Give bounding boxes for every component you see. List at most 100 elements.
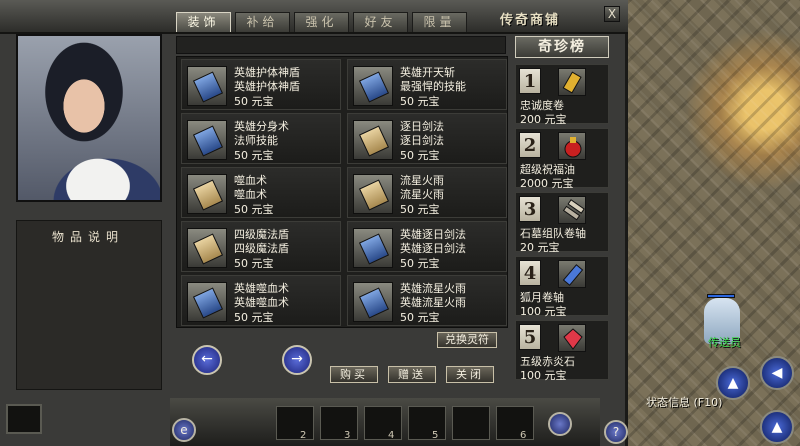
item-price: 50 元宝 xyxy=(400,257,440,270)
ranking-entry[interactable]: 4 狐月卷轴 100 元宝 xyxy=(515,256,609,318)
scroll-bundle-icon xyxy=(558,196,586,224)
item-desc: 英雄护体神盾 xyxy=(234,80,300,93)
prev-page-icon[interactable]: ← xyxy=(192,345,222,375)
item-price: 50 元宝 xyxy=(400,149,440,162)
blue-book-icon xyxy=(187,120,227,160)
scroll-icon xyxy=(558,68,586,96)
blue-book-icon xyxy=(353,66,393,106)
shop-item[interactable]: 噬血术 噬血术 50 元宝 xyxy=(181,167,341,218)
npc-name-label[interactable]: 传送员 xyxy=(708,334,741,350)
shop-item[interactable]: 英雄分身术 法师技能 50 元宝 xyxy=(181,113,341,164)
hotbar-slot[interactable] xyxy=(276,406,314,440)
tab-supplies[interactable]: 补给 xyxy=(235,12,290,32)
shop-title: 传奇商铺 xyxy=(500,13,561,28)
item-desc: 英雄流星火雨 xyxy=(400,296,466,309)
help-icon[interactable]: ? xyxy=(604,420,628,444)
ranking-entry[interactable]: 5 五级赤炎石 100 元宝 xyxy=(515,320,609,382)
shop-item[interactable]: 英雄逐日剑法 英雄逐日剑法 50 元宝 xyxy=(347,221,507,272)
item-grid: 英雄护体神盾 英雄护体神盾 50 元宝 英雄开天斩 最强悍的技能 50 元宝 英… xyxy=(176,56,508,328)
item-price: 50 元宝 xyxy=(234,95,274,108)
tan-book-icon xyxy=(187,228,227,268)
item-description-title: 物品说明 xyxy=(51,230,124,244)
status-info-label[interactable]: 状态信息 (F10) xyxy=(646,394,722,410)
blue-book-icon xyxy=(187,66,227,106)
ranking-entry[interactable]: 3 石墓组队卷轴 20 元宝 xyxy=(515,192,609,254)
blue-book-icon xyxy=(187,282,227,322)
slot-number: 2 xyxy=(300,430,307,441)
hotbar-slot[interactable] xyxy=(364,406,402,440)
tan-book-icon xyxy=(353,174,393,214)
sound-icon[interactable]: ◀ xyxy=(760,356,794,390)
hotbar-slot[interactable] xyxy=(408,406,446,440)
shop-item[interactable]: 英雄流星火雨 英雄流星火雨 50 元宝 xyxy=(347,275,507,326)
rank-number: 1 xyxy=(519,68,541,94)
rank-item-price: 20 元宝 xyxy=(520,241,560,254)
sword-icon[interactable] xyxy=(548,412,572,436)
ranking-entry[interactable]: 1 忠诚度卷 200 元宝 xyxy=(515,64,609,126)
slot-number: 5 xyxy=(432,430,439,441)
item-desc: 最强悍的技能 xyxy=(400,80,466,93)
item-price: 50 元宝 xyxy=(234,203,274,216)
redeem-talisman-button[interactable]: 兑换灵符 xyxy=(437,332,497,348)
shop-item[interactable]: 英雄护体神盾 英雄护体神盾 50 元宝 xyxy=(181,59,341,110)
rank-number: 3 xyxy=(519,196,541,222)
item-price: 50 元宝 xyxy=(400,311,440,324)
item-desc: 逐日剑法 xyxy=(400,134,444,147)
rank-item-price: 100 元宝 xyxy=(520,305,567,318)
potion-icon xyxy=(558,132,586,160)
item-price: 50 元宝 xyxy=(234,257,274,270)
slot-number: 4 xyxy=(388,430,395,441)
rank-number: 2 xyxy=(519,132,541,158)
tan-book-icon xyxy=(187,174,227,214)
rank-item-price: 2000 元宝 xyxy=(520,177,574,190)
hotbar-slot[interactable] xyxy=(320,406,358,440)
item-desc: 法师技能 xyxy=(234,134,278,147)
blue-book-icon xyxy=(353,282,393,322)
close-button[interactable]: 关闭 xyxy=(446,366,494,383)
blue-scroll-icon xyxy=(558,260,586,288)
rank-number: 4 xyxy=(519,260,541,286)
close-icon[interactable]: X xyxy=(604,6,620,22)
tab-decoration[interactable]: 装饰 xyxy=(176,12,231,32)
tab-friends[interactable]: 好友 xyxy=(353,12,408,32)
minimap-toggle[interactable] xyxy=(6,404,42,434)
shop-item[interactable]: 英雄开天斩 最强悍的技能 50 元宝 xyxy=(347,59,507,110)
slot-number: 3 xyxy=(344,430,351,441)
ranking-entry[interactable]: 2 超级祝福油 2000 元宝 xyxy=(515,128,609,190)
red-gem-icon xyxy=(558,324,586,352)
rank-item-price: 100 元宝 xyxy=(520,369,567,382)
rank-item-price: 200 元宝 xyxy=(520,113,567,126)
shop-item[interactable]: 英雄噬血术 英雄噬血术 50 元宝 xyxy=(181,275,341,326)
shop-filter-bar xyxy=(176,36,506,54)
shop-item[interactable]: 流星火雨 流星火雨 50 元宝 xyxy=(347,167,507,218)
ranking-title: 奇珍榜 xyxy=(515,36,609,58)
item-desc: 四级魔法盾 xyxy=(234,242,289,255)
item-price: 50 元宝 xyxy=(400,203,440,216)
expand-icon[interactable]: ▲ xyxy=(760,410,794,444)
skill-orb-icon[interactable]: ▲ xyxy=(716,366,750,400)
item-price: 50 元宝 xyxy=(234,311,274,324)
item-desc: 流星火雨 xyxy=(400,188,444,201)
shop-window: 装饰 补给 强化 好友 限量 传奇商铺 X 物品说明 英雄护体神盾 英雄护体神盾… xyxy=(0,0,628,446)
hotbar-slot[interactable] xyxy=(496,406,534,440)
hotbar-slot[interactable] xyxy=(452,406,490,440)
shop-item[interactable]: 四级魔法盾 四级魔法盾 50 元宝 xyxy=(181,221,341,272)
item-description-body xyxy=(20,250,160,380)
rank-number: 5 xyxy=(519,324,541,350)
shop-item[interactable]: 逐日剑法 逐日剑法 50 元宝 xyxy=(347,113,507,164)
item-desc: 英雄噬血术 xyxy=(234,296,289,309)
mail-icon[interactable]: e xyxy=(172,418,196,442)
item-desc: 噬血术 xyxy=(234,188,267,201)
item-desc: 英雄逐日剑法 xyxy=(400,242,466,255)
gift-button[interactable]: 赠送 xyxy=(388,366,436,383)
tab-enhance[interactable]: 强化 xyxy=(294,12,349,32)
item-price: 50 元宝 xyxy=(400,95,440,108)
slot-number: 6 xyxy=(520,430,527,441)
tab-limited[interactable]: 限量 xyxy=(412,12,467,32)
item-price: 50 元宝 xyxy=(234,149,274,162)
character-portrait xyxy=(16,34,162,202)
blue-book-icon xyxy=(353,228,393,268)
tan-book-icon xyxy=(353,120,393,160)
next-page-icon[interactable]: → xyxy=(282,345,312,375)
buy-button[interactable]: 购买 xyxy=(330,366,378,383)
